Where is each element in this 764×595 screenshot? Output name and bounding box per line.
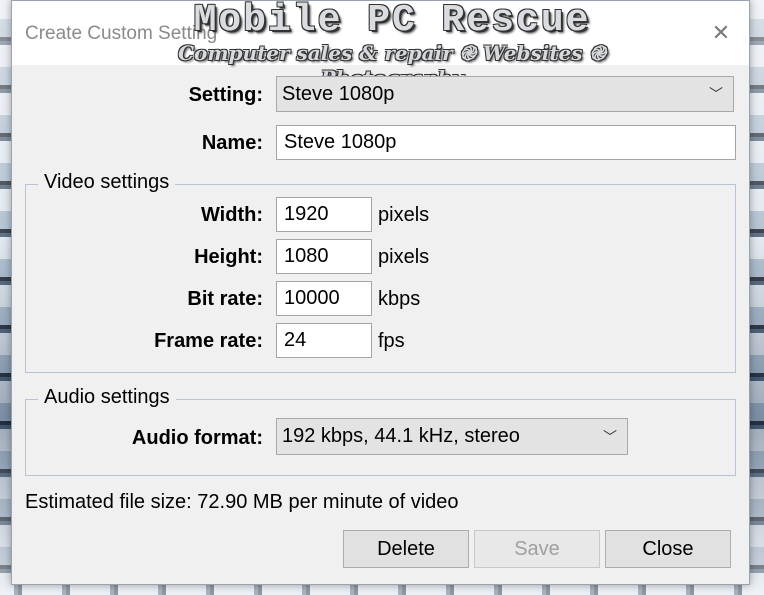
height-unit: pixels xyxy=(378,246,430,268)
name-label: Name: xyxy=(201,132,263,154)
save-button[interactable]: Save xyxy=(474,530,600,568)
bitrate-unit: kbps xyxy=(378,288,421,310)
setting-dropdown[interactable]: Steve 1080p ﹀ xyxy=(276,76,734,112)
audio-settings-legend: Audio settings xyxy=(38,386,176,409)
chevron-down-icon: ﹀ xyxy=(603,428,617,445)
close-icon[interactable]: ✕ xyxy=(703,15,739,51)
width-unit: pixels xyxy=(378,204,430,226)
framerate-field[interactable]: 24 xyxy=(276,323,372,358)
dialog-title: Create Custom Setting xyxy=(25,23,218,44)
dialog-titlebar: Create Custom Setting ✕ xyxy=(12,1,749,65)
video-settings-legend: Video settings xyxy=(38,171,176,194)
name-value: Steve 1080p xyxy=(284,131,397,153)
delete-button[interactable]: Delete xyxy=(343,530,469,568)
audio-format-value: 192 kbps, 44.1 kHz, stereo xyxy=(282,425,520,447)
width-label: Width: xyxy=(200,204,263,226)
setting-label: Setting: xyxy=(188,84,263,106)
height-value: 1080 xyxy=(284,245,329,267)
framerate-label: Frame rate: xyxy=(154,330,263,352)
height-field[interactable]: 1080 xyxy=(276,239,372,274)
create-custom-setting-dialog: Create Custom Setting ✕ Mobile PC Rescue… xyxy=(11,0,750,585)
audio-format-label: Audio format: xyxy=(131,427,263,449)
audio-format-dropdown[interactable]: 192 kbps, 44.1 kHz, stereo ﹀ xyxy=(276,418,628,455)
width-field[interactable]: 1920 xyxy=(276,197,372,232)
height-label: Height: xyxy=(194,246,263,268)
chevron-down-icon: ﹀ xyxy=(709,86,723,102)
estimated-file-size: Estimated file size: 72.90 MB per minute… xyxy=(25,491,459,513)
framerate-unit: fps xyxy=(378,330,405,352)
bitrate-label: Bit rate: xyxy=(187,288,263,310)
setting-value: Steve 1080p xyxy=(282,82,395,105)
bitrate-value: 10000 xyxy=(284,287,340,309)
close-button[interactable]: Close xyxy=(605,530,731,568)
framerate-value: 24 xyxy=(284,329,307,351)
bitrate-field[interactable]: 10000 xyxy=(276,281,372,316)
width-value: 1920 xyxy=(284,203,329,225)
name-field[interactable]: Steve 1080p xyxy=(276,125,736,160)
